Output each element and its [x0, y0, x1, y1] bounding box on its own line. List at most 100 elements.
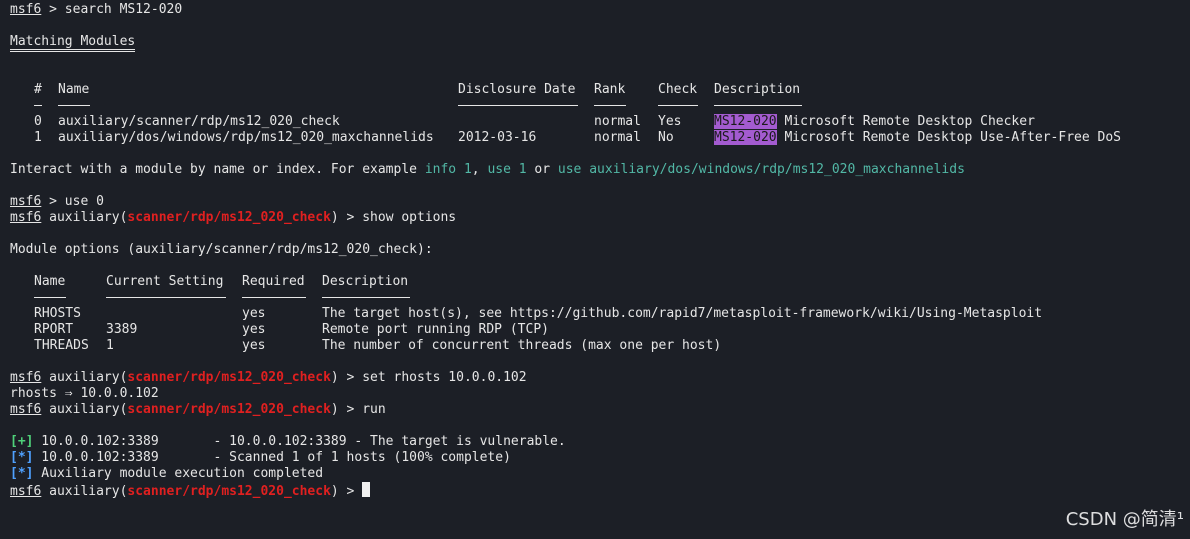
option-name: RPORT [34, 322, 74, 337]
command-text: > [338, 484, 363, 499]
divider [714, 105, 802, 106]
watermark: CSDN @简清¹ [1065, 509, 1184, 530]
interact-hint: Interact with a module by name or index.… [10, 162, 1180, 178]
option-description: The number of concurrent threads (max on… [322, 338, 722, 353]
result-text: 10.0.0.102:3389 - Scanned 1 of 1 hosts (… [33, 450, 511, 465]
table-row[interactable]: 0 auxiliary/scanner/rdp/ms12_020_check n… [10, 114, 1180, 130]
active-module: scanner/rdp/ms12_020_check [127, 370, 331, 385]
column-header-disclosure-date: Disclosure Date [458, 82, 576, 97]
info-tag: [*] [10, 450, 34, 465]
terminal-window[interactable]: { "prompt": "msf6", "cmd_search": " > se… [0, 0, 1190, 539]
hint-text: Interact with a module by name or index.… [10, 162, 425, 177]
aux-suffix: ) [330, 210, 339, 225]
column-header-required: Required [242, 274, 305, 289]
divider [34, 105, 42, 106]
option-row[interactable]: RHOSTS yes The target host(s), see https… [10, 306, 1180, 322]
divider [658, 105, 698, 106]
hint-separator: , [471, 162, 488, 177]
hint-link-use-path[interactable]: use auxiliary/dos/windows/rdp/ms12_020_m… [558, 162, 965, 177]
prompt: msf6 [10, 210, 42, 225]
search-highlight: MS12-020 [714, 114, 777, 129]
column-header-name: Name [34, 274, 66, 289]
option-row[interactable]: THREADS 1 yes The number of concurrent t… [10, 338, 1180, 354]
divider [58, 105, 90, 106]
option-row[interactable]: RPORT 3389 yes Remote port running RDP (… [10, 322, 1180, 338]
result-line: [*] Auxiliary module execution completed [10, 466, 1180, 482]
command-text: > show options [338, 210, 457, 225]
command-line-current[interactable]: msf6 auxiliary(scanner/rdp/ms12_020_chec… [10, 482, 1180, 499]
aux-suffix: ) [330, 370, 339, 385]
option-setting: 1 [106, 338, 114, 353]
prompt: msf6 [10, 370, 42, 385]
table-header-row: # Name Disclosure Date Rank Check Descri… [10, 82, 1180, 98]
description-text: Microsoft Remote Desktop Checker [776, 114, 1035, 129]
column-header-description: Description [322, 274, 409, 289]
divider [594, 105, 626, 106]
divider [106, 297, 226, 298]
column-header-rank: Rank [594, 82, 626, 97]
option-description: The target host(s), see https://github.c… [322, 306, 1043, 321]
command-line-set: msf6 auxiliary(scanner/rdp/ms12_020_chec… [10, 370, 1180, 386]
option-name: THREADS [34, 338, 89, 353]
active-module: scanner/rdp/ms12_020_check [127, 210, 331, 225]
check: No [658, 130, 674, 145]
command-text: > use 0 [41, 194, 104, 209]
option-description: Remote port running RDP (TCP) [322, 322, 549, 337]
terminal-output[interactable]: msf6 > search MS12-020 Matching Modules … [10, 2, 1180, 532]
option-required: yes [242, 338, 266, 353]
module-path: auxiliary/scanner/rdp/ms12_020_check [58, 114, 340, 129]
option-name: RHOSTS [34, 306, 81, 321]
table-header-underline [10, 98, 1180, 114]
active-module: scanner/rdp/ms12_020_check [127, 402, 331, 417]
active-module: scanner/rdp/ms12_020_check [127, 484, 331, 499]
command-text: > search MS12-020 [41, 2, 183, 17]
aux-prefix: auxiliary( [41, 484, 128, 499]
table-row[interactable]: 1 auxiliary/dos/windows/rdp/ms12_020_max… [10, 130, 1180, 146]
prompt: msf6 [10, 2, 42, 17]
aux-prefix: auxiliary( [41, 210, 128, 225]
check: Yes [658, 114, 682, 129]
column-header-current-setting: Current Setting [106, 274, 224, 289]
prompt: msf6 [10, 194, 42, 209]
result-text: 10.0.0.102:3389 - 10.0.0.102:3389 - The … [33, 434, 566, 449]
divider [458, 105, 578, 106]
result-line: [*] 10.0.0.102:3389 - Scanned 1 of 1 hos… [10, 450, 1180, 466]
aux-suffix: ) [330, 402, 339, 417]
info-tag: [*] [10, 466, 34, 481]
set-result: rhosts ⇒ 10.0.0.102 [10, 386, 159, 401]
description: MS12-020 Microsoft Remote Desktop Use-Af… [714, 130, 1121, 146]
matching-modules-heading: Matching Modules [10, 34, 1180, 52]
command-text: > run [338, 402, 386, 417]
hint-link-info[interactable]: info 1 [425, 162, 472, 177]
column-header-description: Description [714, 82, 801, 97]
options-header-row: Name Current Setting Required Descriptio… [10, 274, 1180, 290]
description-text: Microsoft Remote Desktop Use-After-Free … [776, 130, 1121, 145]
options-header-underline [10, 290, 1180, 306]
divider [34, 297, 66, 298]
hint-separator: or [526, 162, 558, 177]
command-line-show-options: msf6 auxiliary(scanner/rdp/ms12_020_chec… [10, 210, 1180, 226]
command-line-use: msf6 > use 0 [10, 194, 1180, 210]
divider [322, 297, 410, 298]
option-required: yes [242, 322, 266, 337]
aux-suffix: ) [330, 484, 339, 499]
aux-prefix: auxiliary( [41, 402, 128, 417]
rank: normal [594, 114, 641, 129]
option-setting: 3389 [106, 322, 138, 337]
module-path: auxiliary/dos/windows/rdp/ms12_020_maxch… [58, 130, 434, 145]
hint-link-use[interactable]: use 1 [487, 162, 526, 177]
result-line: [+] 10.0.0.102:3389 - 10.0.0.102:3389 - … [10, 434, 1180, 450]
prompt: msf6 [10, 484, 42, 499]
option-required: yes [242, 306, 266, 321]
rank: normal [594, 130, 641, 145]
command-text: > set rhosts 10.0.0.102 [338, 370, 527, 385]
module-options-heading: Module options (auxiliary/scanner/rdp/ms… [10, 242, 433, 257]
